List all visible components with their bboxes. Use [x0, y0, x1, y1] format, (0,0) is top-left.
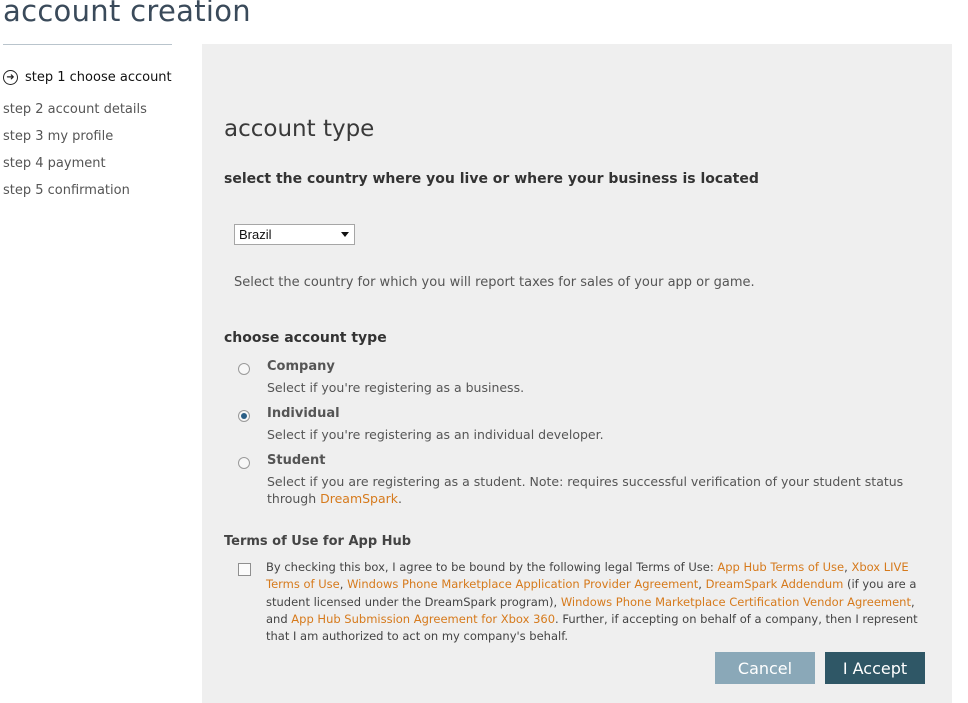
step-item-confirmation: step 5 confirmation [3, 183, 130, 198]
option-title: Company [267, 359, 335, 374]
step-navigation: ➜ step 1 choose account step 2 account d… [3, 68, 193, 208]
account-type-prompt: choose account type [224, 330, 387, 346]
provider-agreement-link[interactable]: Windows Phone Marketplace Application Pr… [347, 577, 698, 591]
step-item-my-profile: step 3 my profile [3, 129, 114, 144]
terms-checkbox[interactable] [238, 563, 251, 576]
terms-text-part: By checking this box, I agree to be boun… [266, 560, 718, 574]
step-item-choose-account: ➜ step 1 choose account [3, 68, 193, 100]
cancel-button[interactable]: Cancel [715, 652, 815, 684]
option-title: Student [267, 453, 326, 468]
form-panel: account type select the country where yo… [202, 44, 952, 703]
accept-button[interactable]: I Accept [825, 652, 925, 684]
option-description: Select if you're registering as a busine… [267, 380, 525, 395]
terms-title: Terms of Use for App Hub [224, 534, 412, 549]
option-title: Individual [267, 406, 340, 421]
dreamspark-addendum-link[interactable]: DreamSpark Addendum [706, 577, 844, 591]
xbox-submission-agreement-link[interactable]: App Hub Submission Agreement for Xbox 36… [291, 612, 555, 626]
step-item-payment: step 4 payment [3, 156, 106, 171]
terms-text: By checking this box, I agree to be boun… [266, 559, 936, 645]
step-label: step 1 choose account [25, 70, 172, 85]
option-description: Select if you're registering as an indiv… [267, 427, 604, 442]
arrow-circle-icon: ➜ [3, 70, 18, 85]
country-select-value: Brazil [239, 227, 272, 242]
app-hub-terms-link[interactable]: App Hub Terms of Use [717, 560, 844, 574]
student-radio[interactable] [238, 457, 250, 469]
terms-text-part: , [698, 577, 706, 592]
individual-radio[interactable] [238, 410, 250, 422]
country-select[interactable]: Brazil [234, 224, 355, 245]
option-description: Select if you are registering as a stude… [267, 473, 917, 507]
section-title: account type [224, 116, 375, 142]
country-help-text: Select the country for which you will re… [234, 275, 755, 290]
dreamspark-link[interactable]: DreamSpark [320, 491, 398, 506]
company-radio[interactable] [238, 363, 250, 375]
dropdown-arrow-icon [341, 232, 349, 237]
terms-text-part: , [339, 577, 348, 592]
title-divider [3, 44, 172, 45]
certification-vendor-agreement-link[interactable]: Windows Phone Marketplace Certification … [561, 595, 911, 609]
student-description-end: . [398, 491, 403, 506]
step-item-account-details: step 2 account details [3, 102, 147, 117]
page-title: account creation [3, 0, 251, 28]
country-prompt: select the country where you live or whe… [224, 171, 759, 187]
